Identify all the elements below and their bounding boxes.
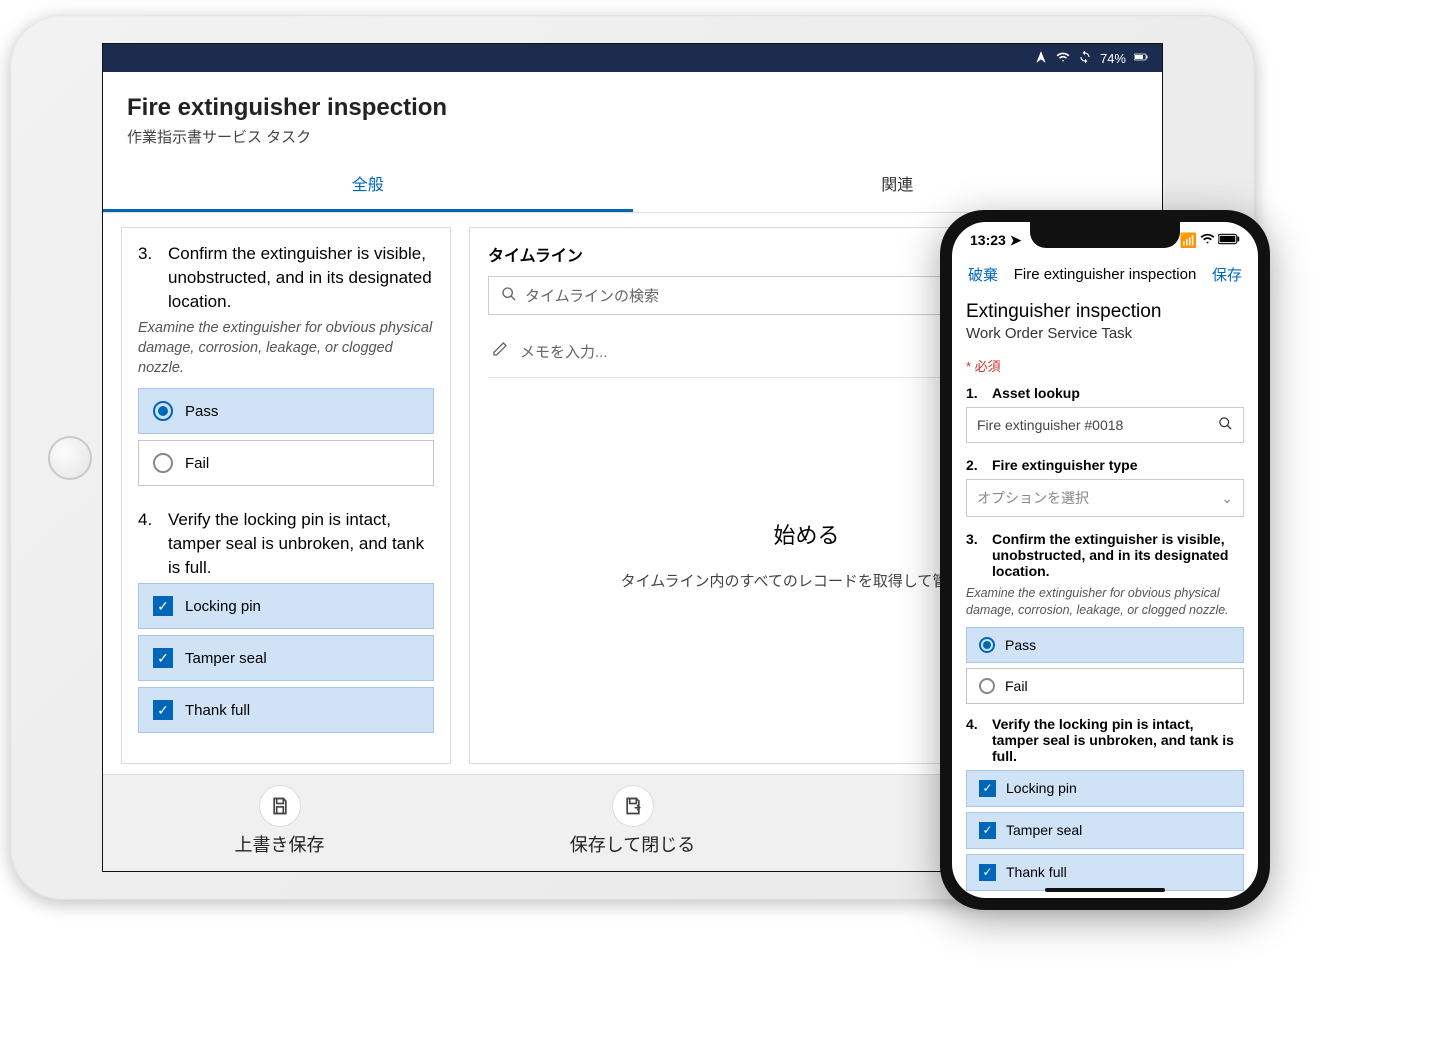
q4-opt1-label: Locking pin	[1006, 780, 1077, 796]
q3-fail-label: Fail	[1005, 678, 1028, 694]
phone-form: Extinguisher inspection Work Order Servi…	[952, 291, 1258, 898]
radio-selected-icon	[153, 401, 173, 421]
q3-fail-label: Fail	[185, 455, 209, 472]
question-4: 4. Verify the locking pin is intact, tam…	[138, 508, 434, 733]
q1-label: Asset lookup	[992, 385, 1080, 401]
save-close-button[interactable]: 保存して閉じる	[456, 775, 809, 871]
checkbox-checked-icon: ✓	[153, 648, 173, 668]
extinguisher-type-select[interactable]: オプションを選択 ⌄	[966, 479, 1244, 517]
pencil-icon	[492, 341, 508, 361]
question-3: 3. Confirm the extinguisher is visible, …	[138, 242, 434, 486]
search-icon	[1218, 416, 1233, 434]
q4-opt3-label: Thank full	[185, 702, 250, 719]
location-icon: ➤	[1010, 232, 1022, 248]
search-icon	[501, 286, 517, 306]
tablet-home-button[interactable]	[48, 436, 92, 480]
radio-selected-icon	[979, 637, 995, 653]
inspection-panel: 3. Confirm the extinguisher is visible, …	[121, 227, 451, 764]
q3-pass-label: Pass	[1005, 637, 1036, 653]
q4-option-locking-pin[interactable]: ✓ Locking pin	[966, 770, 1244, 807]
q4-option-locking-pin[interactable]: ✓ Locking pin	[138, 583, 434, 629]
page-header: Fire extinguisher inspection 作業指示書サービス タ…	[103, 72, 1162, 157]
note-placeholder: メモを入力...	[520, 341, 608, 362]
q4-opt2-label: Tamper seal	[185, 650, 267, 667]
checkbox-checked-icon: ✓	[153, 700, 173, 720]
signal-icon: 📶	[1180, 232, 1197, 249]
checkbox-checked-icon: ✓	[979, 864, 996, 881]
q4-option-tamper-seal[interactable]: ✓ Tamper seal	[966, 812, 1244, 849]
q2-number: 2.	[966, 457, 992, 473]
q3-number: 3.	[966, 531, 992, 579]
wifi-icon	[1200, 231, 1215, 249]
phone-screen: 13:23 ➤ 📶 破棄 Fire extinguisher inspectio…	[952, 222, 1258, 898]
phone-nav-title: Fire extinguisher inspection	[1014, 266, 1197, 283]
save-button[interactable]: 保存	[1212, 264, 1242, 285]
radio-icon	[153, 453, 173, 473]
q3-option-fail[interactable]: Fail	[966, 668, 1244, 704]
save-label: 上書き保存	[103, 831, 456, 857]
q4-option-tank-full[interactable]: ✓ Thank full	[966, 854, 1244, 891]
battery-icon	[1218, 232, 1240, 248]
page-title: Fire extinguisher inspection	[127, 94, 1138, 122]
q4-option-tamper-seal[interactable]: ✓ Tamper seal	[138, 635, 434, 681]
q3-option-pass[interactable]: Pass	[138, 388, 434, 434]
select-placeholder: オプションを選択	[977, 488, 1089, 508]
tablet-status-bar: 74%	[103, 44, 1162, 72]
checkbox-checked-icon: ✓	[979, 822, 996, 839]
phone-nav-bar: 破棄 Fire extinguisher inspection 保存	[952, 258, 1258, 291]
q4-number: 4.	[966, 716, 992, 764]
phone-device: 13:23 ➤ 📶 破棄 Fire extinguisher inspectio…	[940, 210, 1270, 910]
q4-opt3-label: Thank full	[1006, 864, 1067, 880]
save-button[interactable]: 上書き保存	[103, 775, 456, 871]
sync-icon	[1078, 50, 1092, 67]
chevron-down-icon: ⌄	[1221, 490, 1233, 507]
tab-bar: 全般 関連	[103, 157, 1162, 213]
discard-button[interactable]: 破棄	[968, 264, 998, 285]
q4-option-tank-full[interactable]: ✓ Thank full	[138, 687, 434, 733]
phone-notch	[1030, 222, 1180, 248]
phone-subtitle: Work Order Service Task	[966, 325, 1244, 342]
asset-lookup-input[interactable]: Fire extinguisher #0018	[966, 407, 1244, 443]
q3-pass-label: Pass	[185, 403, 218, 420]
location-icon	[1034, 50, 1048, 67]
q3-number: 3.	[138, 242, 168, 313]
battery-icon	[1134, 50, 1148, 67]
q3-text: Confirm the extinguisher is visible, uno…	[168, 242, 434, 313]
q2-label: Fire extinguisher type	[992, 457, 1137, 473]
battery-text: 74%	[1100, 51, 1126, 66]
save-close-icon	[612, 785, 654, 827]
q3-option-fail[interactable]: Fail	[138, 440, 434, 486]
timeline-search-placeholder: タイムラインの検索	[525, 285, 659, 306]
q3-help: Examine the extinguisher for obvious phy…	[138, 319, 434, 378]
q3-option-pass[interactable]: Pass	[966, 627, 1244, 663]
wifi-icon	[1056, 50, 1070, 67]
save-close-label: 保存して閉じる	[456, 831, 809, 857]
q4-text: Verify the locking pin is intact, tamper…	[168, 508, 434, 579]
q4-number: 4.	[138, 508, 168, 579]
save-icon	[259, 785, 301, 827]
checkbox-checked-icon: ✓	[979, 780, 996, 797]
checkbox-checked-icon: ✓	[153, 596, 173, 616]
tab-general[interactable]: 全般	[103, 157, 633, 212]
required-label: 必須	[966, 356, 1244, 375]
page-subtitle: 作業指示書サービス タスク	[127, 126, 1138, 147]
asset-lookup-value: Fire extinguisher #0018	[977, 417, 1123, 433]
radio-icon	[979, 678, 995, 694]
q3-help: Examine the extinguisher for obvious phy…	[966, 585, 1244, 619]
phone-time: 13:23	[970, 232, 1006, 248]
home-indicator[interactable]	[1045, 888, 1165, 892]
q4-opt1-label: Locking pin	[185, 598, 261, 615]
q3-text: Confirm the extinguisher is visible, uno…	[992, 531, 1244, 579]
q4-opt2-label: Tamper seal	[1006, 822, 1082, 838]
phone-title: Extinguisher inspection	[966, 301, 1244, 323]
q1-number: 1.	[966, 385, 992, 401]
q4-text: Verify the locking pin is intact, tamper…	[992, 716, 1244, 764]
tab-related[interactable]: 関連	[633, 157, 1163, 212]
